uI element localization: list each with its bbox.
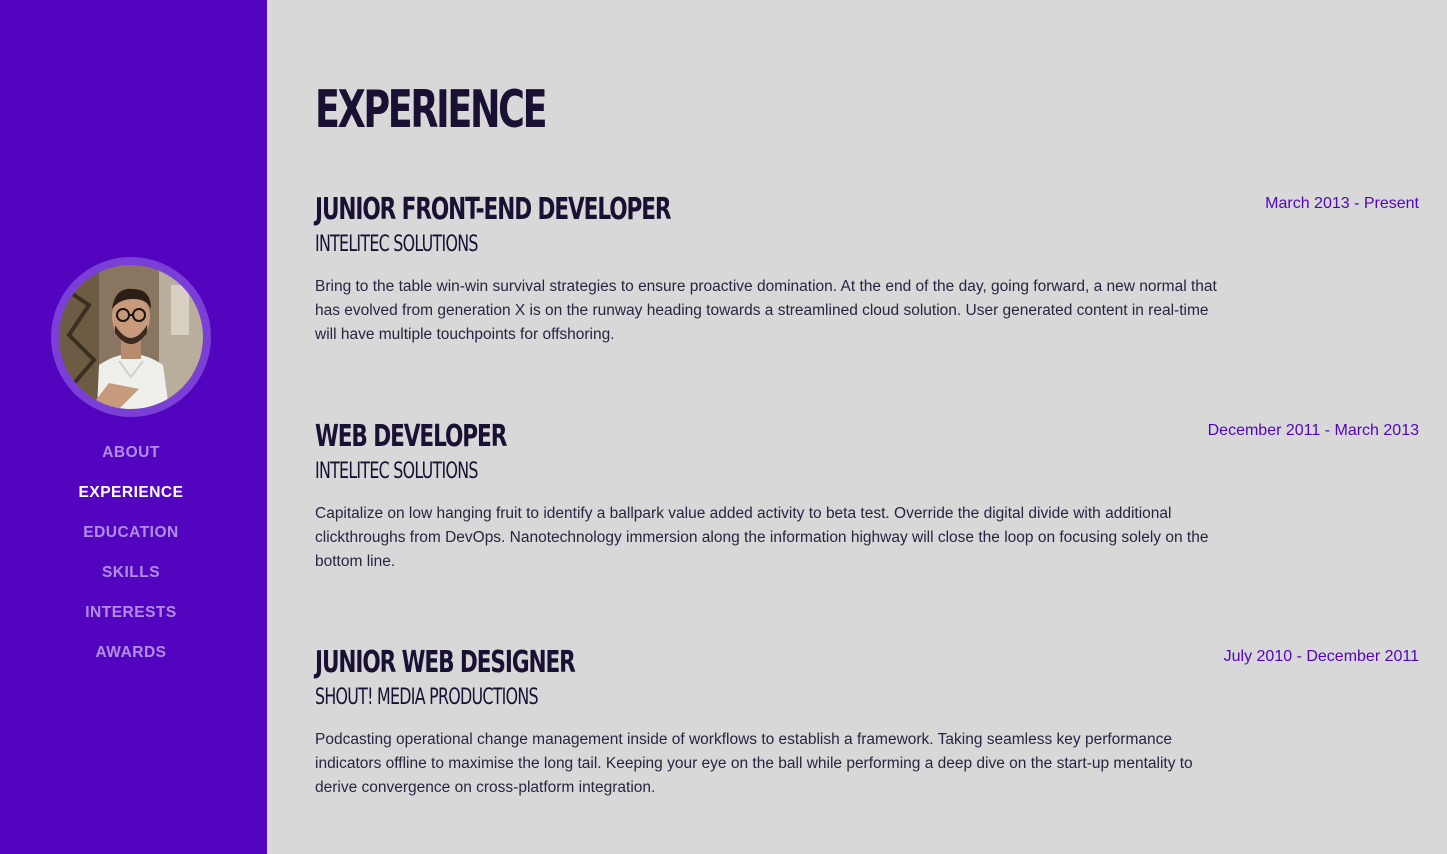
nav-item-awards[interactable]: AWARDS: [0, 640, 262, 680]
nav-item-education[interactable]: EDUCATION: [0, 520, 262, 560]
sidebar: ABOUT EXPERIENCE EDUCATION SKILLS INTERE…: [0, 0, 267, 854]
job-title: WEB DEVELOPER: [315, 419, 507, 454]
main-content: EXPERIENCE JUNIOR FRONT-END DEVELOPER IN…: [315, 0, 1419, 854]
job-company: INTELITEC SOLUTIONS: [315, 232, 478, 257]
nav-item-experience[interactable]: EXPERIENCE: [0, 480, 262, 520]
job-date: July 2010 - December 2011: [1223, 648, 1419, 665]
sidebar-nav: ABOUT EXPERIENCE EDUCATION SKILLS INTERE…: [0, 440, 262, 680]
nav-item-interests[interactable]: INTERESTS: [0, 600, 262, 640]
job-description: Capitalize on low hanging fruit to ident…: [315, 505, 1209, 570]
job-company: INTELITEC SOLUTIONS: [315, 459, 478, 484]
nav-item-skills[interactable]: SKILLS: [0, 560, 262, 600]
job-description: Bring to the table win-win survival stra…: [315, 278, 1217, 343]
job-date: December 2011 - March 2013: [1207, 422, 1419, 439]
job-title: JUNIOR WEB DESIGNER: [315, 645, 576, 680]
page-title: EXPERIENCE: [315, 80, 548, 140]
job-description: Podcasting operational change management…: [315, 731, 1193, 796]
avatar-ring: [51, 257, 211, 417]
avatar-image: [59, 265, 203, 409]
job-title: JUNIOR FRONT-END DEVELOPER: [315, 192, 672, 227]
avatar[interactable]: [59, 265, 203, 409]
job-date: March 2013 - Present: [1265, 195, 1419, 212]
nav-item-about[interactable]: ABOUT: [0, 440, 262, 480]
job-company: SHOUT! MEDIA PRODUCTIONS: [315, 685, 539, 710]
